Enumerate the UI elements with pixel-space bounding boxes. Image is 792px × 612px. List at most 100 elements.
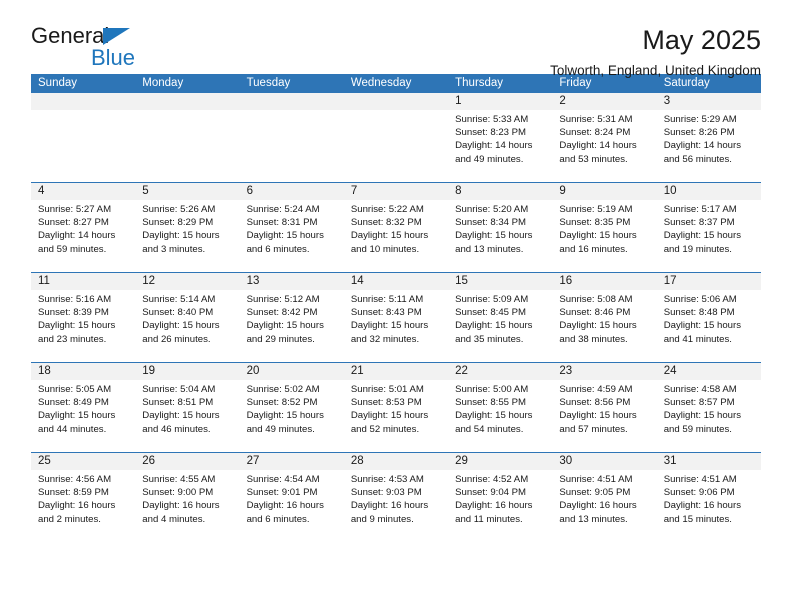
calendar-day-cell[interactable]: 9 Sunrise: 5:19 AM Sunset: 8:35 PM Daylight…	[552, 183, 657, 272]
calendar-day-cell-empty	[343, 93, 449, 182]
daylight-text: Daylight: 16 hours and 4 minutes.	[142, 500, 220, 525]
daylight-text: Daylight: 16 hours and 13 minutes.	[559, 500, 637, 525]
calendar-day-cell[interactable]: 25 Sunrise: 4:56 AM Sunset: 8:59 PM Dayligh…	[31, 453, 136, 542]
day-details: Sunrise: 5:11 AM Sunset: 8:43 PM Daylight:…	[344, 290, 448, 346]
daylight-text: Daylight: 15 hours and 23 minutes.	[38, 320, 116, 345]
day-number: 21	[343, 363, 449, 380]
sunset-text: Sunset: 8:46 PM	[559, 307, 631, 319]
calendar-day-cell[interactable]: 24 Sunrise: 4:58 AM Sunset: 8:57 PM Dayligh…	[656, 363, 761, 452]
calendar-day-cell[interactable]: 21 Sunrise: 5:01 AM Sunset: 8:53 PM Dayligh…	[343, 363, 449, 452]
sunrise-text: Sunrise: 4:58 AM	[663, 384, 737, 395]
calendar-day-cell[interactable]: 28 Sunrise: 4:53 AM Sunset: 9:03 PM Dayligh…	[343, 453, 449, 542]
day-number: 8	[448, 183, 553, 200]
calendar-day-cell[interactable]: 4 Sunrise: 5:27 AM Sunset: 8:27 PM Daylight…	[31, 183, 136, 272]
title-block: May 2025 Tolworth, England, United Kingd…	[550, 24, 761, 80]
calendar-day-cell[interactable]: 6 Sunrise: 5:24 AM Sunset: 8:31 PM Daylight…	[239, 183, 344, 272]
day-number: 22	[448, 363, 553, 380]
day-details: Sunrise: 5:01 AM Sunset: 8:53 PM Daylight:…	[344, 380, 448, 436]
day-number: 31	[656, 453, 761, 470]
weekday-header-monday: Monday	[135, 74, 240, 93]
day-details: Sunrise: 4:56 AM Sunset: 8:59 PM Daylight:…	[31, 470, 135, 526]
calendar-day-cell[interactable]: 10 Sunrise: 5:17 AM Sunset: 8:37 PM Dayligh…	[656, 183, 761, 272]
calendar-day-cell[interactable]: 18 Sunrise: 5:05 AM Sunset: 8:49 PM Dayligh…	[31, 363, 136, 452]
day-details: Sunrise: 5:31 AM Sunset: 8:24 PM Daylight:…	[552, 110, 656, 166]
sunset-text: Sunset: 8:48 PM	[663, 307, 735, 319]
sunrise-text: Sunrise: 4:52 AM	[455, 474, 529, 485]
sunrise-sunset-calendar: Sunday Monday Tuesday Wednesday Thursday Frid…	[31, 74, 761, 542]
day-details: Sunrise: 4:53 AM Sunset: 9:03 PM Daylight:…	[344, 470, 448, 526]
daylight-text: Daylight: 15 hours and 44 minutes.	[38, 410, 116, 435]
day-number: 13	[239, 273, 344, 290]
day-details: Sunrise: 5:04 AM Sunset: 8:51 PM Daylight:…	[135, 380, 239, 436]
day-number: 20	[239, 363, 344, 380]
sunrise-text: Sunrise: 4:54 AM	[246, 474, 320, 485]
calendar-day-cell[interactable]: 12 Sunrise: 5:14 AM Sunset: 8:40 PM Dayligh…	[135, 273, 240, 362]
calendar-week-row: 11 Sunrise: 5:16 AM Sunset: 8:39 PM Dayligh…	[31, 272, 761, 363]
calendar-day-cell[interactable]: 23 Sunrise: 4:59 AM Sunset: 8:56 PM Dayligh…	[552, 363, 657, 452]
calendar-week-row: 18 Sunrise: 5:05 AM Sunset: 8:49 PM Dayligh…	[31, 362, 761, 453]
calendar-day-cell[interactable]: 15 Sunrise: 5:09 AM Sunset: 8:45 PM Dayligh…	[448, 273, 553, 362]
day-number: 12	[135, 273, 240, 290]
day-number	[31, 93, 136, 110]
day-number: 14	[343, 273, 449, 290]
calendar-day-cell[interactable]: 30 Sunrise: 4:51 AM Sunset: 9:05 PM Dayligh…	[552, 453, 657, 542]
day-number: 4	[31, 183, 136, 200]
daylight-text: Daylight: 15 hours and 59 minutes.	[663, 410, 742, 435]
day-number: 2	[552, 93, 657, 110]
sunset-text: Sunset: 8:55 PM	[455, 397, 527, 409]
sunrise-text: Sunrise: 5:12 AM	[246, 294, 320, 305]
day-details: Sunrise: 5:19 AM Sunset: 8:35 PM Daylight:…	[552, 200, 656, 256]
weekday-header-wednesday: Wednesday	[343, 74, 449, 93]
day-number: 26	[135, 453, 240, 470]
calendar-day-cell[interactable]: 13 Sunrise: 5:12 AM Sunset: 8:42 PM Dayligh…	[239, 273, 344, 362]
day-number: 29	[448, 453, 553, 470]
weekday-header-sunday: Sunday	[31, 74, 136, 93]
calendar-day-cell[interactable]: 27 Sunrise: 4:54 AM Sunset: 9:01 PM Dayligh…	[239, 453, 344, 542]
day-details: Sunrise: 4:52 AM Sunset: 9:04 PM Daylight:…	[448, 470, 552, 526]
calendar-day-cell[interactable]: 2 Sunrise: 5:31 AM Sunset: 8:24 PM Daylight…	[552, 93, 657, 182]
calendar-week-row: 25 Sunrise: 4:56 AM Sunset: 8:59 PM Dayligh…	[31, 452, 761, 542]
sunrise-text: Sunrise: 4:55 AM	[142, 474, 216, 485]
sunrise-text: Sunrise: 5:24 AM	[246, 204, 320, 215]
daylight-text: Daylight: 15 hours and 49 minutes.	[246, 410, 324, 435]
day-number: 11	[31, 273, 136, 290]
day-number: 10	[656, 183, 761, 200]
calendar-day-cell[interactable]: 3 Sunrise: 5:29 AM Sunset: 8:26 PM Daylight…	[656, 93, 761, 182]
calendar-day-cell[interactable]: 29 Sunrise: 4:52 AM Sunset: 9:04 PM Dayligh…	[448, 453, 553, 542]
calendar-day-cell[interactable]: 14 Sunrise: 5:11 AM Sunset: 8:43 PM Dayligh…	[343, 273, 449, 362]
calendar-day-cell[interactable]: 16 Sunrise: 5:08 AM Sunset: 8:46 PM Dayligh…	[552, 273, 657, 362]
day-number: 9	[552, 183, 657, 200]
sunrise-text: Sunrise: 5:02 AM	[246, 384, 320, 395]
calendar-day-cell[interactable]: 8 Sunrise: 5:20 AM Sunset: 8:34 PM Daylight…	[448, 183, 553, 272]
calendar-day-cell-empty	[31, 93, 136, 182]
sunset-text: Sunset: 8:34 PM	[455, 217, 527, 229]
sunset-text: Sunset: 9:04 PM	[455, 487, 527, 499]
sunset-text: Sunset: 8:35 PM	[559, 217, 631, 229]
day-number: 17	[656, 273, 761, 290]
calendar-day-cell[interactable]: 20 Sunrise: 5:02 AM Sunset: 8:52 PM Dayligh…	[239, 363, 344, 452]
day-details: Sunrise: 5:27 AM Sunset: 8:27 PM Daylight:…	[31, 200, 135, 256]
logo-text-blue: Blue	[91, 45, 136, 70]
calendar-day-cell[interactable]: 5 Sunrise: 5:26 AM Sunset: 8:29 PM Daylight…	[135, 183, 240, 272]
sunrise-text: Sunrise: 5:11 AM	[350, 294, 424, 305]
sunset-text: Sunset: 8:32 PM	[350, 217, 422, 229]
sunset-text: Sunset: 9:01 PM	[246, 487, 318, 499]
calendar-day-cell[interactable]: 19 Sunrise: 5:04 AM Sunset: 8:51 PM Dayligh…	[135, 363, 240, 452]
day-details: Sunrise: 5:09 AM Sunset: 8:45 PM Daylight:…	[448, 290, 552, 346]
calendar-day-cell[interactable]: 26 Sunrise: 4:55 AM Sunset: 9:00 PM Dayligh…	[135, 453, 240, 542]
day-details: Sunrise: 5:02 AM Sunset: 8:52 PM Daylight:…	[240, 380, 344, 436]
calendar-day-cell[interactable]: 31 Sunrise: 4:51 AM Sunset: 9:06 PM Dayligh…	[656, 453, 761, 542]
day-details: Sunrise: 5:29 AM Sunset: 8:26 PM Daylight:…	[657, 110, 761, 166]
daylight-text: Daylight: 15 hours and 41 minutes.	[663, 320, 742, 345]
calendar-day-cell[interactable]: 22 Sunrise: 5:00 AM Sunset: 8:55 PM Dayligh…	[448, 363, 553, 452]
day-number	[135, 93, 240, 110]
sunrise-text: Sunrise: 5:14 AM	[142, 294, 216, 305]
calendar-day-cell[interactable]: 1 Sunrise: 5:33 AM Sunset: 8:23 PM Daylight…	[448, 93, 553, 182]
sunrise-text: Sunrise: 5:17 AM	[663, 204, 737, 215]
sunrise-text: Sunrise: 5:01 AM	[350, 384, 424, 395]
calendar-day-cell[interactable]: 17 Sunrise: 5:06 AM Sunset: 8:48 PM Dayligh…	[656, 273, 761, 362]
calendar-day-cell[interactable]: 7 Sunrise: 5:22 AM Sunset: 8:32 PM Daylight…	[343, 183, 449, 272]
general-blue-logo: General Blue	[31, 24, 143, 72]
sunrise-text: Sunrise: 5:26 AM	[142, 204, 216, 215]
calendar-day-cell[interactable]: 11 Sunrise: 5:16 AM Sunset: 8:39 PM Dayligh…	[31, 273, 136, 362]
